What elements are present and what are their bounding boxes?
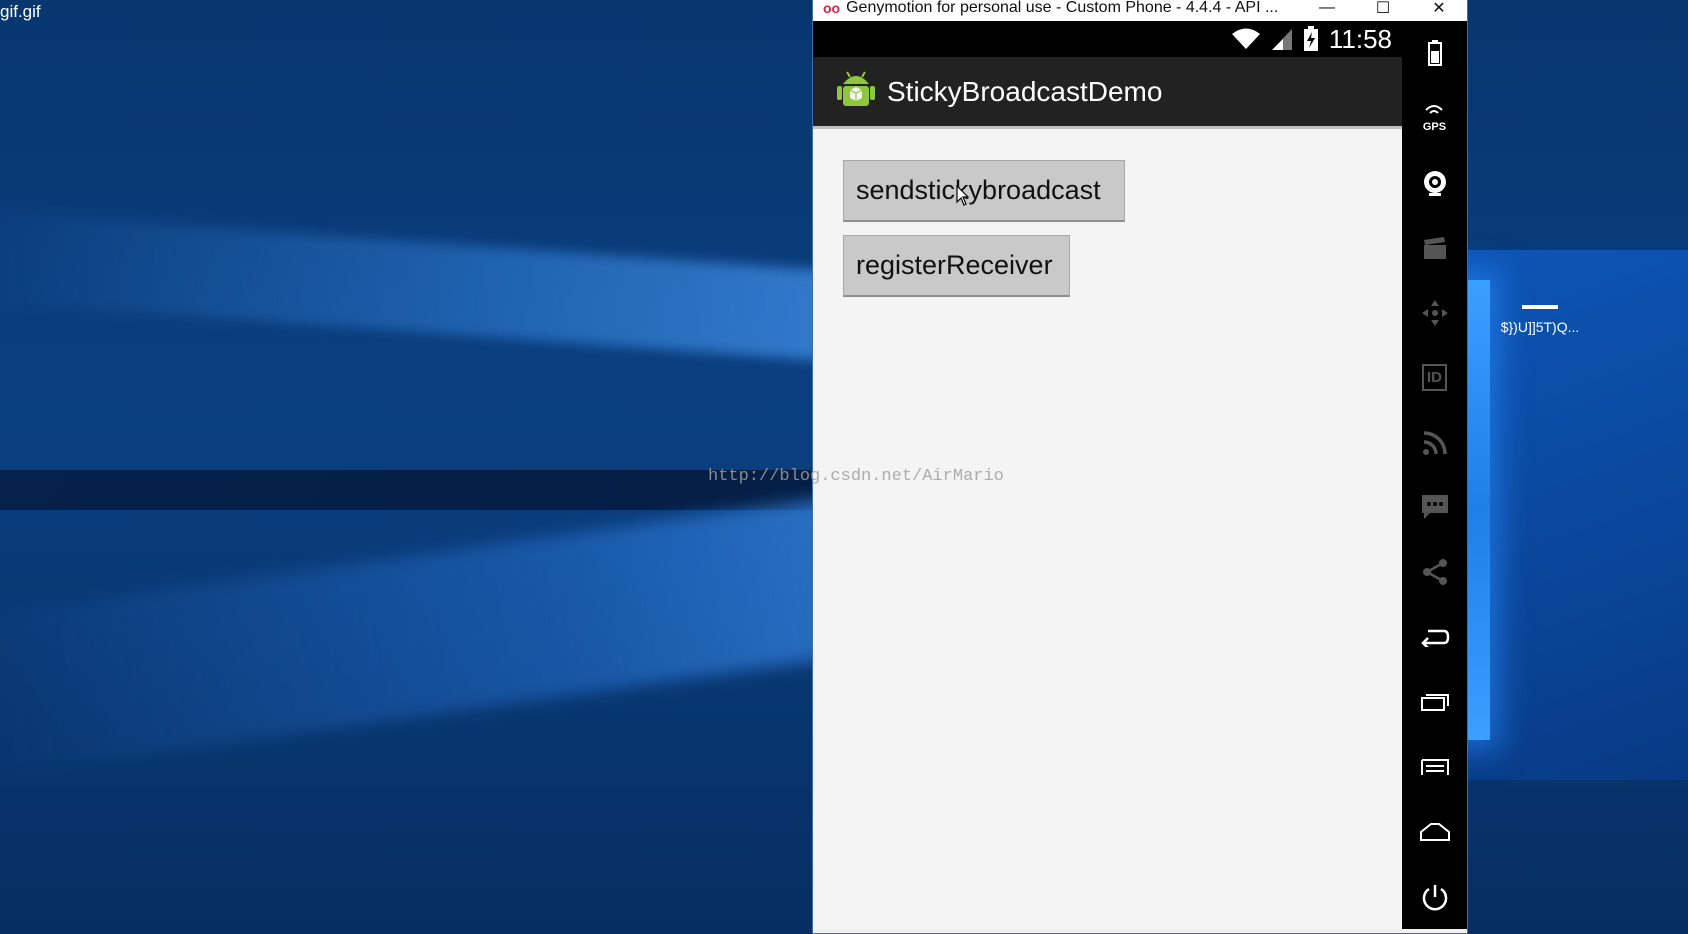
watermark-text: http://blog.csdn.net/AirMario xyxy=(708,467,1004,486)
id-label: ID xyxy=(1422,364,1447,392)
shortcut-icon xyxy=(1522,305,1558,309)
close-button[interactable]: ✕ xyxy=(1411,0,1467,21)
action-bar: StickyBroadcastDemo xyxy=(813,57,1402,129)
status-time: 11:58 xyxy=(1328,23,1392,54)
app-title: StickyBroadcastDemo xyxy=(887,75,1163,107)
genymotion-toolbar: GPS ID xyxy=(1402,21,1467,929)
minimize-button[interactable]: — xyxy=(1299,0,1355,21)
camera-icon[interactable] xyxy=(1402,151,1467,216)
menu-icon[interactable] xyxy=(1402,734,1467,799)
sms-icon[interactable] xyxy=(1402,475,1467,540)
dpad-icon[interactable] xyxy=(1402,280,1467,345)
desktop-shortcut[interactable]: $})U]]5T)Q... xyxy=(1495,305,1585,335)
rss-icon[interactable] xyxy=(1402,410,1467,475)
status-bar: 11:58 xyxy=(813,21,1402,57)
signal-icon xyxy=(1271,27,1293,51)
register-receiver-button[interactable]: registerReceiver xyxy=(843,235,1070,297)
battery-icon[interactable] xyxy=(1402,21,1467,86)
android-app-icon xyxy=(837,68,875,115)
window-title: Genymotion for personal use - Custom Pho… xyxy=(846,0,1279,16)
maximize-button[interactable]: ☐ xyxy=(1355,0,1411,21)
video-icon[interactable] xyxy=(1402,216,1467,281)
light-beam xyxy=(0,210,861,363)
power-icon[interactable] xyxy=(1402,864,1467,929)
battery-charging-icon xyxy=(1303,26,1319,52)
home-icon[interactable] xyxy=(1402,799,1467,864)
recents-icon[interactable] xyxy=(1402,670,1467,735)
back-icon[interactable] xyxy=(1402,605,1467,670)
send-sticky-broadcast-button[interactable]: sendstickybroadcast xyxy=(843,160,1125,222)
wifi-icon xyxy=(1231,27,1261,51)
genymotion-logo-icon: oo xyxy=(823,0,841,16)
share-icon[interactable] xyxy=(1402,540,1467,605)
window-titlebar[interactable]: oo Genymotion for personal use - Custom … xyxy=(813,0,1467,21)
light-beam xyxy=(0,495,863,780)
shortcut-label: $})U]]5T)Q... xyxy=(1500,319,1580,335)
gif-file-label: gif.gif xyxy=(0,2,41,21)
id-icon[interactable]: ID xyxy=(1402,345,1467,410)
mouse-cursor-icon xyxy=(956,184,970,212)
gps-label: GPS xyxy=(1422,121,1447,134)
gps-icon[interactable]: GPS xyxy=(1402,86,1467,151)
